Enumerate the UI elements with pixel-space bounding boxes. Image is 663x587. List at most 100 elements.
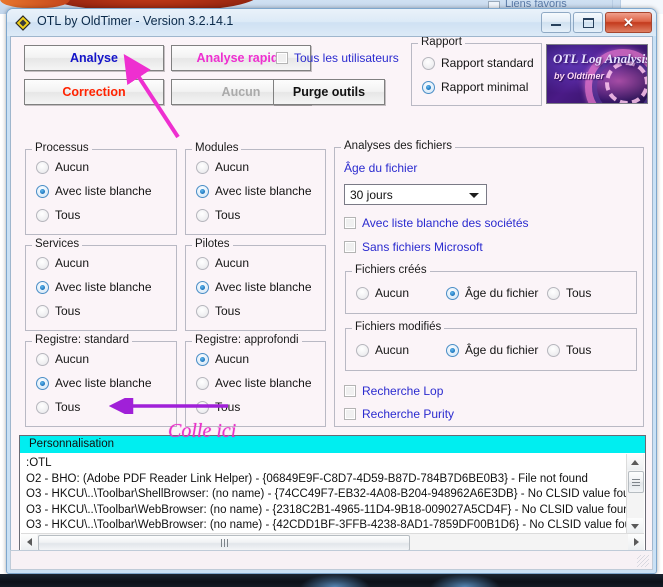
checkbox-icon[interactable] (344, 408, 356, 420)
registre-approfondi-option-liste-blanche[interactable]: Avec liste blanche (196, 376, 312, 390)
registre-standard-group: Registre: standard Aucun Avec liste blan… (25, 334, 177, 427)
personnalisation-textarea[interactable]: :OTL O2 - BHO: (Adobe PDF Reader Link He… (21, 454, 627, 534)
log-line: O3 - HKCU\..\Toolbar\ShellBrowser: (no n… (26, 488, 627, 500)
registre-standard-option-aucun[interactable]: Aucun (36, 352, 89, 366)
radio-icon[interactable] (36, 160, 49, 174)
radio-icon[interactable] (36, 184, 49, 198)
pilotes-option-tous[interactable]: Tous (196, 304, 240, 318)
fichiers-crees-option-age[interactable]: Âge du fichier (446, 286, 538, 300)
maximize-icon (583, 18, 594, 28)
option-label: Âge du fichier (465, 286, 539, 300)
radio-icon[interactable] (422, 80, 435, 94)
sans-fichiers-microsoft-checkbox-row[interactable]: Sans fichiers Microsoft (344, 240, 483, 254)
radio-icon[interactable] (196, 208, 209, 222)
services-option-aucun[interactable]: Aucun (36, 256, 89, 270)
radio-icon[interactable] (196, 304, 209, 318)
registre-standard-option-liste-blanche[interactable]: Avec liste blanche (36, 376, 152, 390)
radio-icon[interactable] (36, 352, 49, 366)
maximize-button[interactable] (573, 12, 603, 33)
age-du-fichier-dropdown[interactable]: 30 jours (344, 184, 487, 205)
processus-option-tous[interactable]: Tous (36, 208, 80, 222)
radio-icon[interactable] (36, 208, 49, 222)
radio-icon[interactable] (446, 286, 459, 300)
checkbox-icon[interactable] (344, 385, 356, 397)
radio-icon[interactable] (547, 286, 560, 300)
radio-icon[interactable] (36, 304, 49, 318)
pilotes-option-aucun[interactable]: Aucun (196, 256, 249, 270)
radio-icon[interactable] (36, 376, 49, 390)
checkbox-icon[interactable] (276, 52, 288, 64)
recherche-lop-checkbox-row[interactable]: Recherche Lop (344, 384, 443, 398)
horizontal-scroll-thumb[interactable] (38, 535, 410, 551)
liste-blanche-societes-checkbox-row[interactable]: Avec liste blanche des sociétés (344, 216, 529, 230)
checkbox-icon[interactable] (344, 217, 356, 229)
logo-line-1: OTL Log Analysis (553, 51, 648, 66)
services-option-tous[interactable]: Tous (36, 304, 80, 318)
radio-icon[interactable] (196, 184, 209, 198)
analyse-button[interactable]: Analyse (24, 45, 164, 71)
grip-icon (632, 478, 640, 486)
fichiers-crees-option-tous[interactable]: Tous (547, 286, 591, 300)
registre-standard-option-tous[interactable]: Tous (36, 400, 80, 414)
title-bar[interactable]: OTL by OldTimer - Version 3.2.14.1 ✕ (7, 9, 656, 36)
option-label: Avec liste blanche (215, 376, 312, 390)
rapport-option-label: Rapport minimal (441, 80, 529, 94)
radio-icon[interactable] (36, 400, 49, 414)
close-button[interactable]: ✕ (605, 12, 652, 33)
radio-icon[interactable] (422, 56, 435, 70)
option-label: Aucun (375, 286, 410, 300)
taskbar-glow (300, 574, 370, 587)
radio-icon[interactable] (36, 256, 49, 270)
checkbox-icon[interactable] (344, 241, 356, 253)
radio-icon[interactable] (356, 286, 369, 300)
arrow-left-icon (26, 538, 32, 546)
scroll-up-button[interactable] (627, 454, 643, 470)
radio-icon[interactable] (356, 343, 369, 357)
radio-icon[interactable] (446, 343, 459, 357)
radio-icon[interactable] (196, 352, 209, 366)
registre-approfondi-option-aucun[interactable]: Aucun (196, 352, 249, 366)
vertical-scrollbar[interactable] (626, 454, 644, 534)
radio-icon[interactable] (36, 280, 49, 294)
radio-icon[interactable] (196, 256, 209, 270)
scroll-down-button[interactable] (627, 518, 643, 534)
registre-approfondi-option-tous[interactable]: Tous (196, 400, 240, 414)
rapport-option-standard[interactable]: Rapport standard (422, 56, 534, 70)
fichiers-crees-option-aucun[interactable]: Aucun (356, 286, 409, 300)
radio-icon[interactable] (196, 376, 209, 390)
scroll-left-button[interactable] (21, 534, 37, 550)
all-users-checkbox-row[interactable]: Tous les utilisateurs (276, 51, 399, 65)
radio-icon[interactable] (196, 400, 209, 414)
modules-option-tous[interactable]: Tous (196, 208, 240, 222)
recherche-purity-checkbox-row[interactable]: Recherche Purity (344, 407, 454, 421)
pilotes-option-liste-blanche[interactable]: Avec liste blanche (196, 280, 312, 294)
services-option-liste-blanche[interactable]: Avec liste blanche (36, 280, 152, 294)
modules-option-aucun[interactable]: Aucun (196, 160, 249, 174)
fichiers-modifies-option-tous[interactable]: Tous (547, 343, 591, 357)
resize-grip-icon[interactable] (637, 555, 649, 567)
rapport-option-minimal[interactable]: Rapport minimal (422, 80, 528, 94)
close-icon: ✕ (623, 15, 634, 30)
modules-option-liste-blanche[interactable]: Avec liste blanche (196, 184, 312, 198)
radio-icon[interactable] (196, 160, 209, 174)
purge-outils-button[interactable]: Purge outils (273, 79, 385, 105)
horizontal-scrollbar[interactable] (21, 533, 644, 551)
scroll-right-button[interactable] (628, 534, 644, 550)
radio-icon[interactable] (547, 343, 560, 357)
processus-group-title: Processus (32, 142, 92, 154)
fichiers-modifies-option-aucun[interactable]: Aucun (356, 343, 409, 357)
fichiers-modifies-option-age[interactable]: Âge du fichier (446, 343, 538, 357)
option-label: Aucun (215, 256, 250, 270)
minimize-button[interactable] (541, 12, 571, 33)
processus-option-liste-blanche[interactable]: Avec liste blanche (36, 184, 152, 198)
option-label: Tous (55, 400, 81, 414)
radio-icon[interactable] (196, 280, 209, 294)
rapport-option-label: Rapport standard (441, 56, 534, 70)
processus-option-aucun[interactable]: Aucun (36, 160, 89, 174)
rapport-group: Rapport Rapport standard Rapport minimal (411, 37, 542, 106)
option-label: Aucun (55, 160, 90, 174)
otl-diamond-icon (15, 15, 31, 31)
chevron-down-icon[interactable] (469, 193, 479, 198)
vertical-scroll-thumb[interactable] (628, 471, 644, 493)
correction-button[interactable]: Correction (24, 79, 164, 105)
